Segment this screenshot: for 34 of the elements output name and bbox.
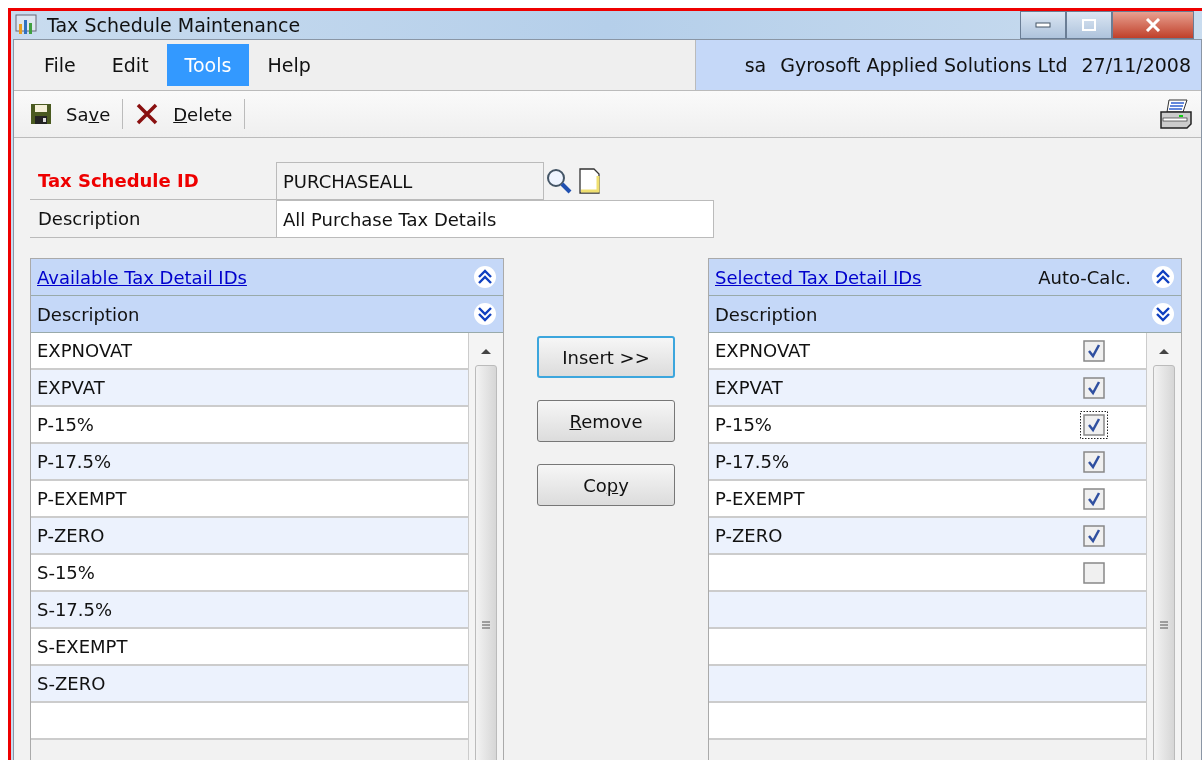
list-row[interactable]: S-EXEMPT [31, 636, 128, 657]
list-row[interactable]: P-17.5% [709, 451, 790, 472]
list-row[interactable]: P-15% [709, 414, 772, 435]
menu-item[interactable]: Help [249, 44, 329, 86]
column-header: Auto-Calc. [1038, 266, 1131, 288]
session-date: 27/11/2008 [1081, 54, 1191, 76]
list-title-link[interactable]: Selected Tax Detail IDs [715, 266, 922, 288]
action-button[interactable]: Remove [537, 400, 675, 442]
list-row[interactable]: EXPNOVAT [31, 340, 132, 361]
list-row[interactable]: P-ZERO [31, 525, 105, 546]
list-row[interactable]: P-17.5% [31, 451, 112, 472]
list-row[interactable]: EXPVAT [709, 377, 783, 398]
list-row[interactable]: P-EXEMPT [709, 488, 805, 509]
list-row[interactable]: P-EXEMPT [31, 488, 127, 509]
action-button[interactable]: Copy [537, 464, 675, 506]
list-row[interactable]: P-15% [31, 414, 94, 435]
menu-item[interactable]: File [26, 44, 94, 86]
list-row[interactable]: S-ZERO [31, 673, 106, 694]
list-row[interactable]: S-17.5% [31, 599, 113, 620]
action-button[interactable]: Insert >> [537, 336, 675, 378]
user-name: sa [744, 54, 767, 76]
delete-button[interactable]: Delete [129, 99, 239, 129]
list-row[interactable]: S-15% [31, 562, 95, 583]
company-name: Gyrosoft Applied Solutions Ltd [780, 54, 1068, 76]
list-row[interactable]: EXPNOVAT [709, 340, 810, 361]
column-header: Description [37, 303, 140, 325]
description-field[interactable]: All Purchase Tax Details [276, 200, 714, 238]
menu-item[interactable]: Edit [93, 44, 167, 86]
tax-schedule-id-field[interactable]: PURCHASEALL [276, 162, 544, 200]
list-row[interactable]: EXPVAT [31, 377, 105, 398]
column-header: Description [715, 303, 818, 325]
list-row[interactable]: P-ZERO [709, 525, 783, 546]
window-title: Tax Schedule Maintenance [47, 14, 301, 36]
save-button[interactable]: Save [24, 99, 117, 129]
